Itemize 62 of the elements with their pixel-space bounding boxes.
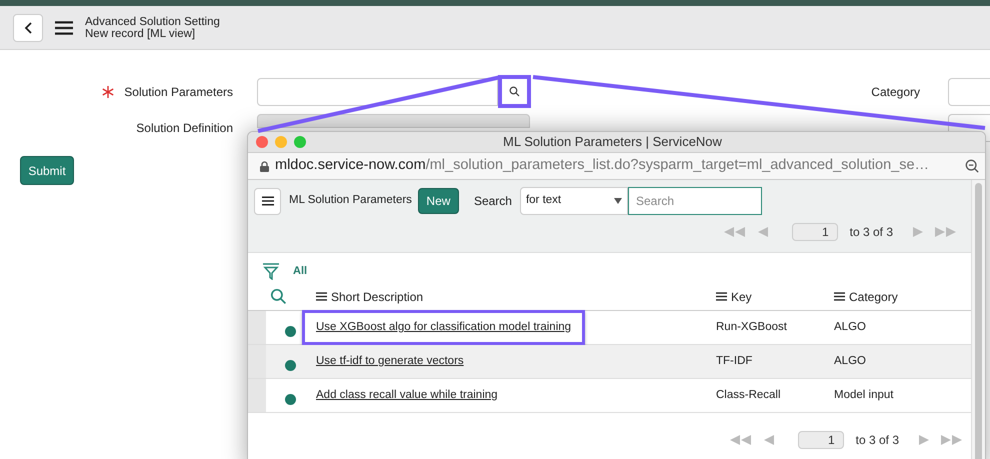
table-cell-text: Class-Recall: [716, 388, 782, 403]
list-title: ML Solution Parameters: [289, 193, 412, 208]
table-cell-text: Run-XGBoost: [716, 320, 788, 335]
dropdown-caret-icon: [614, 198, 622, 204]
page-range: to 3 of 3: [856, 432, 899, 449]
next-page-icon[interactable]: [919, 435, 929, 445]
column-header[interactable]: Key: [716, 288, 834, 306]
record-link[interactable]: Use tf-idf to generate vectors: [316, 354, 464, 367]
last-page-icon[interactable]: [941, 435, 963, 445]
field-label: Solution Definition: [136, 120, 233, 137]
search-label: Search: [474, 193, 512, 210]
page-range: to 3 of 3: [850, 224, 893, 241]
search-field[interactable]: Search: [628, 187, 762, 215]
minimize-window-icon[interactable]: [275, 136, 287, 148]
input-field[interactable]: [257, 78, 498, 106]
page-number-field[interactable]: 1: [798, 431, 844, 449]
search-icon: [509, 86, 520, 97]
record-link[interactable]: Add class recall value while training: [316, 388, 498, 401]
table-row[interactable]: Use tf-idf to generate vectors TF-IDF ALGO: [248, 345, 971, 379]
back-button[interactable]: [13, 14, 43, 42]
previous-page-icon[interactable]: [764, 435, 774, 445]
lookup-button[interactable]: [498, 75, 531, 108]
column-header[interactable]: Short Description: [316, 288, 716, 306]
maximize-window-icon[interactable]: [294, 136, 306, 148]
column-header[interactable]: Category: [834, 288, 944, 306]
list-menu-button[interactable]: [254, 188, 281, 214]
table-cell-text: ALGO: [834, 354, 867, 369]
last-page-icon[interactable]: [935, 227, 957, 237]
chevron-left-icon: [24, 22, 32, 34]
new-button[interactable]: New: [418, 188, 459, 214]
table-cell-text: TF-IDF: [716, 354, 754, 369]
field-label: Category: [871, 84, 920, 101]
field-label: Solution Parameters: [124, 84, 233, 101]
filter-icon[interactable]: [262, 262, 280, 280]
page-number-field[interactable]: 1: [792, 223, 838, 241]
input-field[interactable]: [948, 78, 990, 106]
previous-page-icon[interactable]: [758, 227, 768, 237]
window-title: ML Solution Parameters | ServiceNow: [503, 133, 722, 152]
menu-icon: [834, 292, 845, 301]
table-cell-text: ALGO: [834, 320, 867, 335]
zoom-out-icon[interactable]: [965, 159, 979, 173]
table-cell-text: Model input: [834, 388, 894, 403]
record-subtitle: New record [ML view]: [85, 28, 196, 40]
menu-icon: [316, 292, 327, 301]
first-page-icon[interactable]: [730, 435, 752, 445]
first-page-icon[interactable]: [724, 227, 746, 237]
menu-icon: [262, 196, 274, 206]
search-icon: [270, 288, 287, 305]
next-page-icon[interactable]: [913, 227, 923, 237]
table-row[interactable]: Use XGBoost algo for classification model training Run-XGBoost ALGO: [248, 311, 971, 345]
record-title: Advanced Solution Setting: [85, 16, 220, 28]
menu-icon: [716, 292, 727, 301]
scrollbar[interactable]: [971, 180, 985, 459]
submit-button[interactable]: Submit: [20, 156, 74, 185]
record-link[interactable]: Use XGBoost algo for classification model training: [302, 310, 586, 346]
filter-breadcrumb[interactable]: All: [293, 262, 308, 280]
lock-icon: [260, 160, 269, 172]
search-type-dropdown[interactable]: for text: [520, 187, 628, 215]
menu-icon: [55, 20, 73, 34]
table-row[interactable]: Add class recall value while training Class-Recall Model input: [248, 379, 971, 413]
close-window-icon[interactable]: [256, 136, 268, 148]
url-text: mldoc.service-now.com/ml_solution_parameters_list.do?sysparm_target=ml_advanced_solution_se…: [275, 156, 930, 176]
